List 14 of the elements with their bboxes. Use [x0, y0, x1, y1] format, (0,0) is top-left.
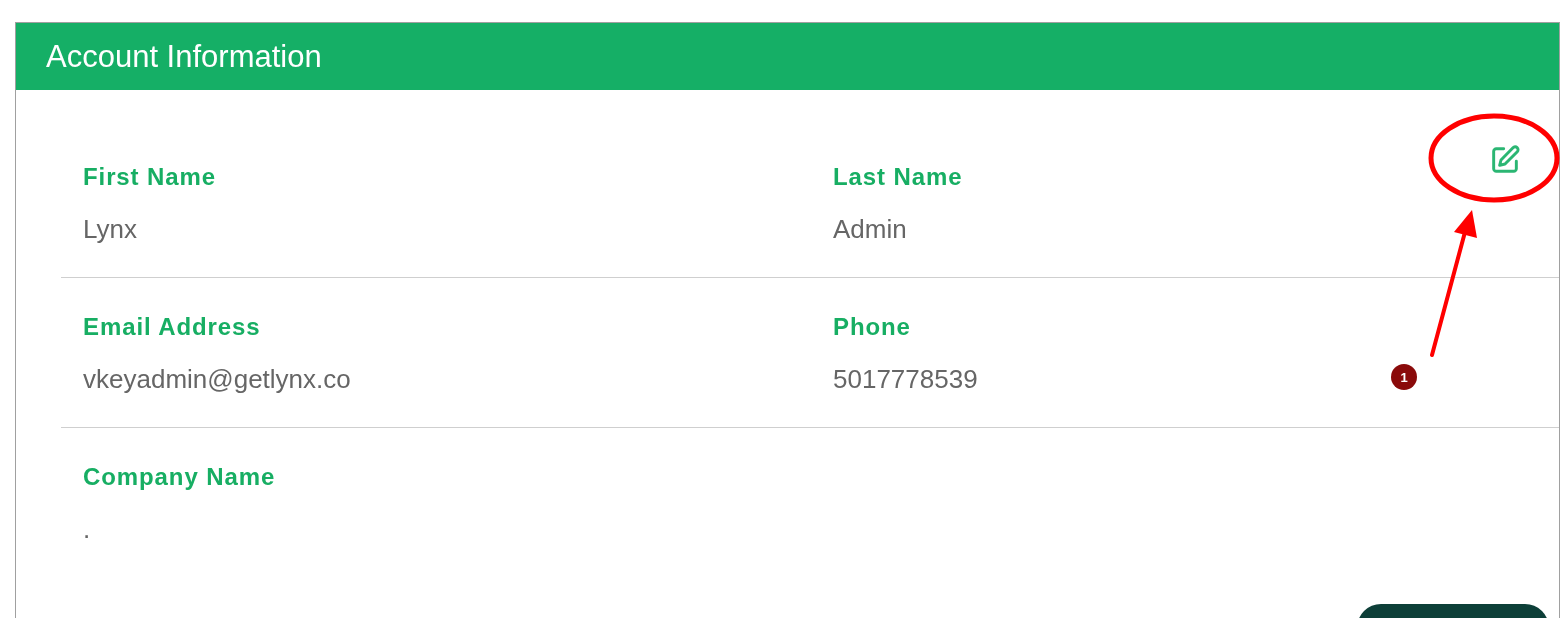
- field-value: vkeyadmin@getlynx.co: [83, 366, 351, 392]
- card-title: Account Information: [46, 38, 322, 75]
- callout-number: 1: [1391, 364, 1417, 390]
- field-label: Last Name: [833, 164, 963, 190]
- edit-icon: [1489, 144, 1521, 176]
- field-label: Company Name: [83, 464, 276, 490]
- field-value: Admin: [833, 216, 907, 242]
- field-label: First Name: [83, 164, 217, 190]
- field-label: Email Address: [83, 314, 261, 340]
- field-label: Phone: [833, 314, 911, 340]
- edit-button[interactable]: [1489, 144, 1521, 176]
- field-value: 5017778539: [833, 366, 978, 392]
- field-value: Lynx: [83, 216, 137, 242]
- field-value: .: [83, 516, 91, 542]
